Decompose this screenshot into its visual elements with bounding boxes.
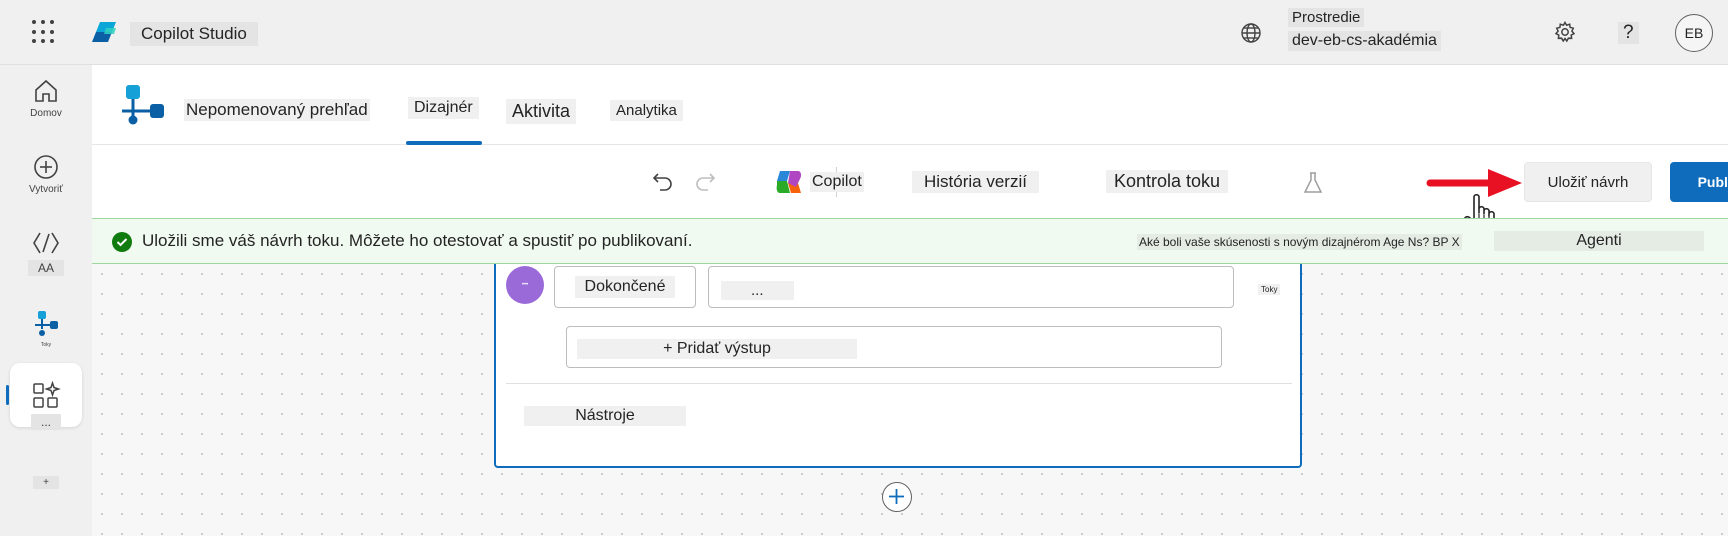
copilot-studio-logo-icon — [92, 22, 116, 42]
rail-label-create: Vytvoriť — [29, 184, 63, 195]
rail-item-home[interactable]: Domov — [0, 77, 92, 119]
feedback-prompt[interactable]: Aké boli vaše skúsenosti s novým dizajné… — [1137, 234, 1462, 250]
status-field-value: Dokončené — [574, 276, 676, 298]
publish-button[interactable]: Publikovať — [1670, 162, 1728, 202]
value-field[interactable]: ... — [708, 266, 1234, 308]
flows-icon — [35, 311, 58, 336]
rail-label-home: Domov — [30, 108, 62, 119]
success-check-icon — [112, 232, 132, 252]
flow-name[interactable]: Nepomenovaný prehľad — [184, 99, 370, 121]
agents-icon — [33, 232, 59, 254]
rail-item-plus[interactable]: + — [0, 473, 92, 489]
toolbar: Copilot História verzií Kontrola toku Ul… — [92, 145, 1728, 240]
flow-node-card[interactable]: ••• Dokončené ... Toky + Pridať výstup N… — [494, 264, 1302, 468]
flow-checker-button[interactable]: Kontrola toku — [1106, 170, 1229, 193]
rail-label-more: ... — [30, 414, 61, 430]
tab-designer[interactable]: Dizajnér — [408, 97, 479, 119]
test-flask-icon[interactable] — [1302, 171, 1324, 195]
top-bar: Copilot Studio Prostredie dev-eb-cs-akad… — [0, 0, 1728, 65]
rail-item-flows-content[interactable]: Toky — [0, 309, 92, 348]
rail-label-plus: + — [33, 476, 59, 489]
apps-sparkle-icon — [33, 381, 61, 408]
tab-analytics[interactable]: Analytika — [610, 100, 683, 121]
rail-item-more[interactable]: ... — [0, 381, 92, 430]
home-icon — [35, 79, 57, 102]
environment-label: Prostredie — [1288, 8, 1365, 27]
app-launcher-icon[interactable] — [32, 20, 56, 44]
copilot-button[interactable]: Copilot — [774, 167, 864, 197]
rail-label-flows: Toky — [40, 342, 52, 348]
tab-activity[interactable]: Aktivita — [506, 99, 577, 124]
add-circle-icon — [34, 155, 58, 179]
app-title[interactable]: Copilot Studio — [130, 22, 258, 46]
settings-gear-icon[interactable] — [1554, 21, 1576, 43]
node-divider — [506, 383, 1292, 384]
flow-icon — [122, 85, 164, 125]
save-draft-label: Uložiť návrh — [1547, 173, 1629, 191]
rail-item-agents[interactable]: AA — [0, 229, 92, 276]
status-field[interactable]: Dokončené — [554, 266, 696, 308]
environment-name[interactable]: dev-eb-cs-akadémia — [1288, 31, 1441, 51]
copilot-label: Copilot — [810, 172, 864, 192]
rail-label-agents: AA — [27, 260, 64, 276]
plus-icon — [889, 489, 904, 504]
copilot-icon — [776, 171, 802, 193]
node-avatar-icon: ••• — [506, 266, 544, 304]
add-output-button[interactable]: + Pridať výstup — [566, 326, 1222, 368]
node-side-label: Toky — [1258, 284, 1281, 295]
help-button[interactable]: ? — [1618, 22, 1639, 44]
version-history-button[interactable]: História verzií — [912, 171, 1039, 193]
flow-header: Nepomenovaný prehľad Dizajnér Aktivita A… — [92, 65, 1728, 145]
rail-item-create[interactable]: Vytvoriť — [0, 153, 92, 195]
value-field-text: ... — [721, 281, 794, 300]
add-step-button[interactable] — [882, 482, 912, 512]
redo-icon[interactable] — [692, 168, 718, 194]
version-history-label: História verzií — [912, 171, 1039, 193]
environment-icon[interactable] — [1240, 22, 1262, 44]
add-output-label: + Pridať výstup — [577, 339, 857, 359]
left-rail: Domov Vytvoriť AA Toky ... + — [0, 65, 92, 536]
flow-checker-label: Kontrola toku — [1106, 170, 1229, 193]
save-notification-bar: Uložili sme váš návrh toku. Môžete ho ot… — [92, 218, 1728, 264]
tools-section-label[interactable]: Nástroje — [524, 406, 686, 426]
undo-icon[interactable] — [650, 168, 676, 194]
agents-link[interactable]: Agenti — [1494, 231, 1704, 251]
publish-label: Publikovať — [1697, 174, 1728, 190]
user-avatar[interactable]: EB — [1675, 14, 1713, 52]
save-draft-button[interactable]: Uložiť návrh — [1524, 162, 1652, 202]
notification-message: Uložili sme váš návrh toku. Môžete ho ot… — [142, 231, 693, 250]
